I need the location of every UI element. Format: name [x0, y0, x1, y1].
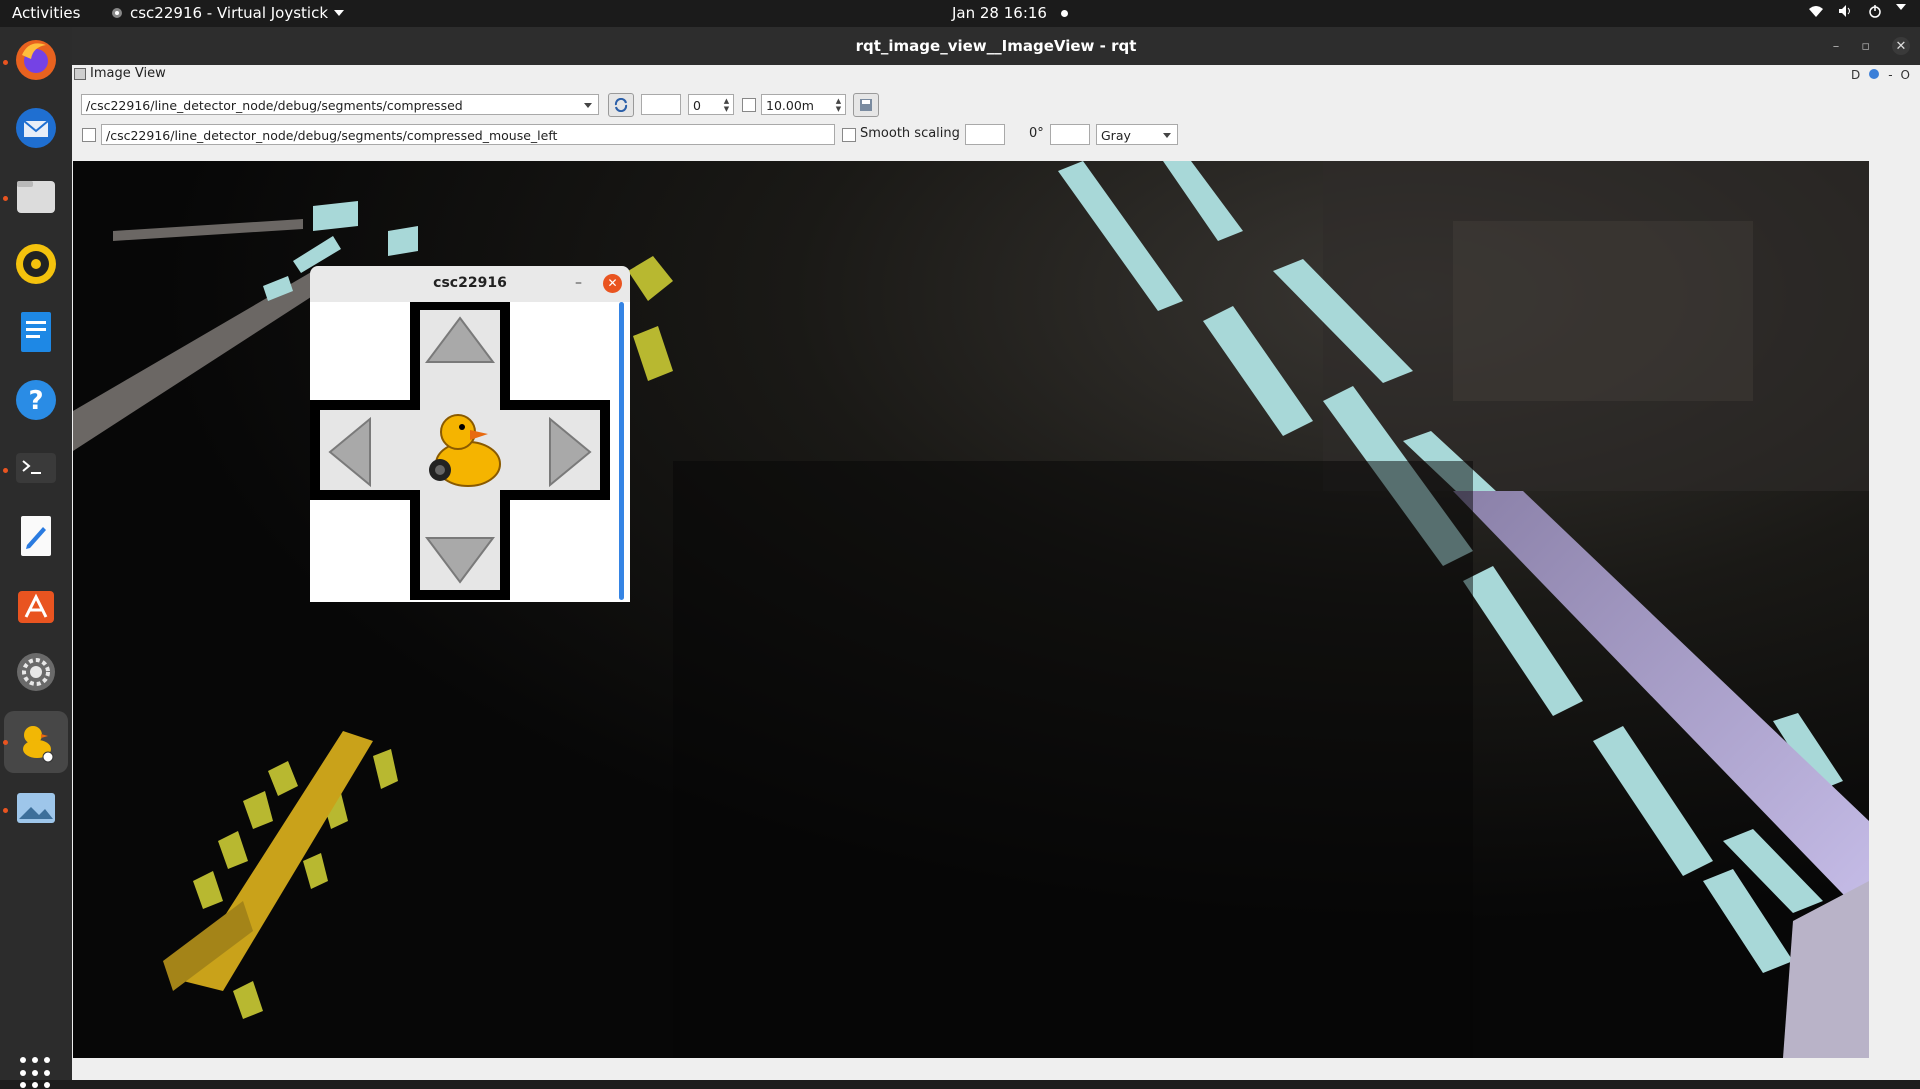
- chevron-down-icon: [334, 10, 345, 16]
- image-viewer-icon[interactable]: [11, 783, 61, 833]
- joystick-close-button[interactable]: ✕: [603, 274, 622, 293]
- help-icon[interactable]: [1868, 68, 1880, 80]
- joystick-scrollbar[interactable]: [619, 302, 624, 600]
- panel-d-button[interactable]: D: [1851, 68, 1860, 82]
- wifi-icon: [1809, 6, 1823, 17]
- writer-icon[interactable]: [11, 307, 61, 357]
- smooth-scaling-label: Smooth scaling: [860, 126, 960, 141]
- panel-controls: D - O: [1851, 68, 1910, 82]
- show-applications-button[interactable]: [20, 1057, 52, 1089]
- color-scheme-combobox[interactable]: Gray: [1096, 124, 1178, 145]
- running-indicator: [3, 740, 8, 745]
- rotation-label: 0°: [1029, 126, 1044, 141]
- chevron-down-icon: [584, 103, 592, 108]
- refresh-topics-button[interactable]: [608, 93, 634, 117]
- running-indicator: [3, 60, 8, 65]
- clock-label: Jan 28 16:16: [952, 4, 1047, 22]
- dynamic-range-spinbox[interactable]: 0 ▲ ▼: [688, 94, 734, 115]
- spinner-arrows-icon[interactable]: ▲ ▼: [722, 97, 731, 113]
- spinner-arrows-icon[interactable]: ▲ ▼: [834, 97, 843, 113]
- plugin-icon: [74, 67, 86, 80]
- panel-float-button[interactable]: -: [1888, 68, 1892, 82]
- topic-value: /csc22916/line_detector_node/debug/segme…: [86, 98, 463, 113]
- terminal-icon[interactable]: [11, 443, 61, 493]
- window-controls: – ▫ ✕: [1833, 27, 1910, 65]
- spin-value: 0: [693, 98, 701, 113]
- activities-button[interactable]: Activities: [12, 4, 80, 22]
- running-indicator: [3, 196, 8, 201]
- firefox-icon[interactable]: [11, 35, 61, 85]
- panel-title-label: Image View: [90, 66, 166, 81]
- refresh-icon: [614, 98, 628, 112]
- running-indicator: [3, 468, 8, 473]
- app-center-icon[interactable]: [11, 579, 61, 629]
- joystick-pad: [310, 302, 630, 602]
- duckie-joystick-icon[interactable]: [4, 711, 68, 773]
- smooth-scaling-checkbox[interactable]: [842, 128, 856, 142]
- files-icon[interactable]: [11, 171, 61, 221]
- color-scheme-value: Gray: [1101, 128, 1131, 143]
- image-view-panel-title: Image View: [74, 66, 166, 81]
- joystick-titlebar[interactable]: csc22916 – ✕: [310, 266, 630, 302]
- mouse-topic-input[interactable]: /csc22916/line_detector_node/debug/segme…: [101, 124, 835, 145]
- window-title: rqt_image_view__ImageView - rqt: [72, 27, 1920, 65]
- panel-close-button[interactable]: O: [1901, 68, 1910, 82]
- rotate-left-button[interactable]: [965, 124, 1005, 145]
- thunderbird-icon[interactable]: [11, 103, 61, 153]
- timeout-value: 10.00m: [766, 98, 814, 113]
- zoom-input[interactable]: [641, 94, 681, 115]
- rotate-right-button[interactable]: [1050, 124, 1090, 145]
- system-tray[interactable]: [1808, 4, 1906, 18]
- joystick-minimize-button[interactable]: –: [575, 266, 582, 300]
- timeout-spinbox[interactable]: 10.00m ▲ ▼: [761, 94, 846, 115]
- enable-timeout-checkbox[interactable]: [742, 98, 756, 112]
- settings-icon[interactable]: [11, 647, 61, 697]
- rhythmbox-icon[interactable]: [11, 239, 61, 289]
- save-icon: [860, 99, 872, 111]
- mouse-publish-checkbox[interactable]: [82, 128, 96, 142]
- topic-combobox[interactable]: /csc22916/line_detector_node/debug/segme…: [81, 94, 599, 115]
- notification-dot-icon: [1060, 9, 1068, 17]
- joystick-title: csc22916: [433, 275, 507, 291]
- text-editor-icon[interactable]: [11, 511, 61, 561]
- clock[interactable]: Jan 28 16:16: [952, 4, 1068, 22]
- svg-text:?: ?: [28, 386, 43, 416]
- mouse-topic-value: /csc22916/line_detector_node/debug/segme…: [106, 128, 558, 143]
- help-icon[interactable]: ?: [11, 375, 61, 425]
- joystick-app-icon: [112, 8, 122, 18]
- chevron-down-icon: [1163, 133, 1171, 138]
- power-icon: [1869, 5, 1881, 18]
- minimize-button[interactable]: –: [1833, 39, 1840, 54]
- app-menu-label: csc22916 - Virtual Joystick: [130, 4, 329, 22]
- volume-icon: [1839, 5, 1850, 17]
- top-bar: Activities csc22916 - Virtual Joystick J…: [0, 0, 1920, 27]
- running-indicator: [3, 808, 8, 813]
- save-image-button[interactable]: [853, 93, 879, 117]
- app-menu[interactable]: csc22916 - Virtual Joystick: [110, 4, 345, 22]
- dock: ?: [0, 27, 72, 1089]
- close-button[interactable]: ✕: [1892, 37, 1910, 55]
- chevron-down-icon: [1896, 4, 1906, 10]
- maximize-button[interactable]: ▫: [1861, 39, 1870, 54]
